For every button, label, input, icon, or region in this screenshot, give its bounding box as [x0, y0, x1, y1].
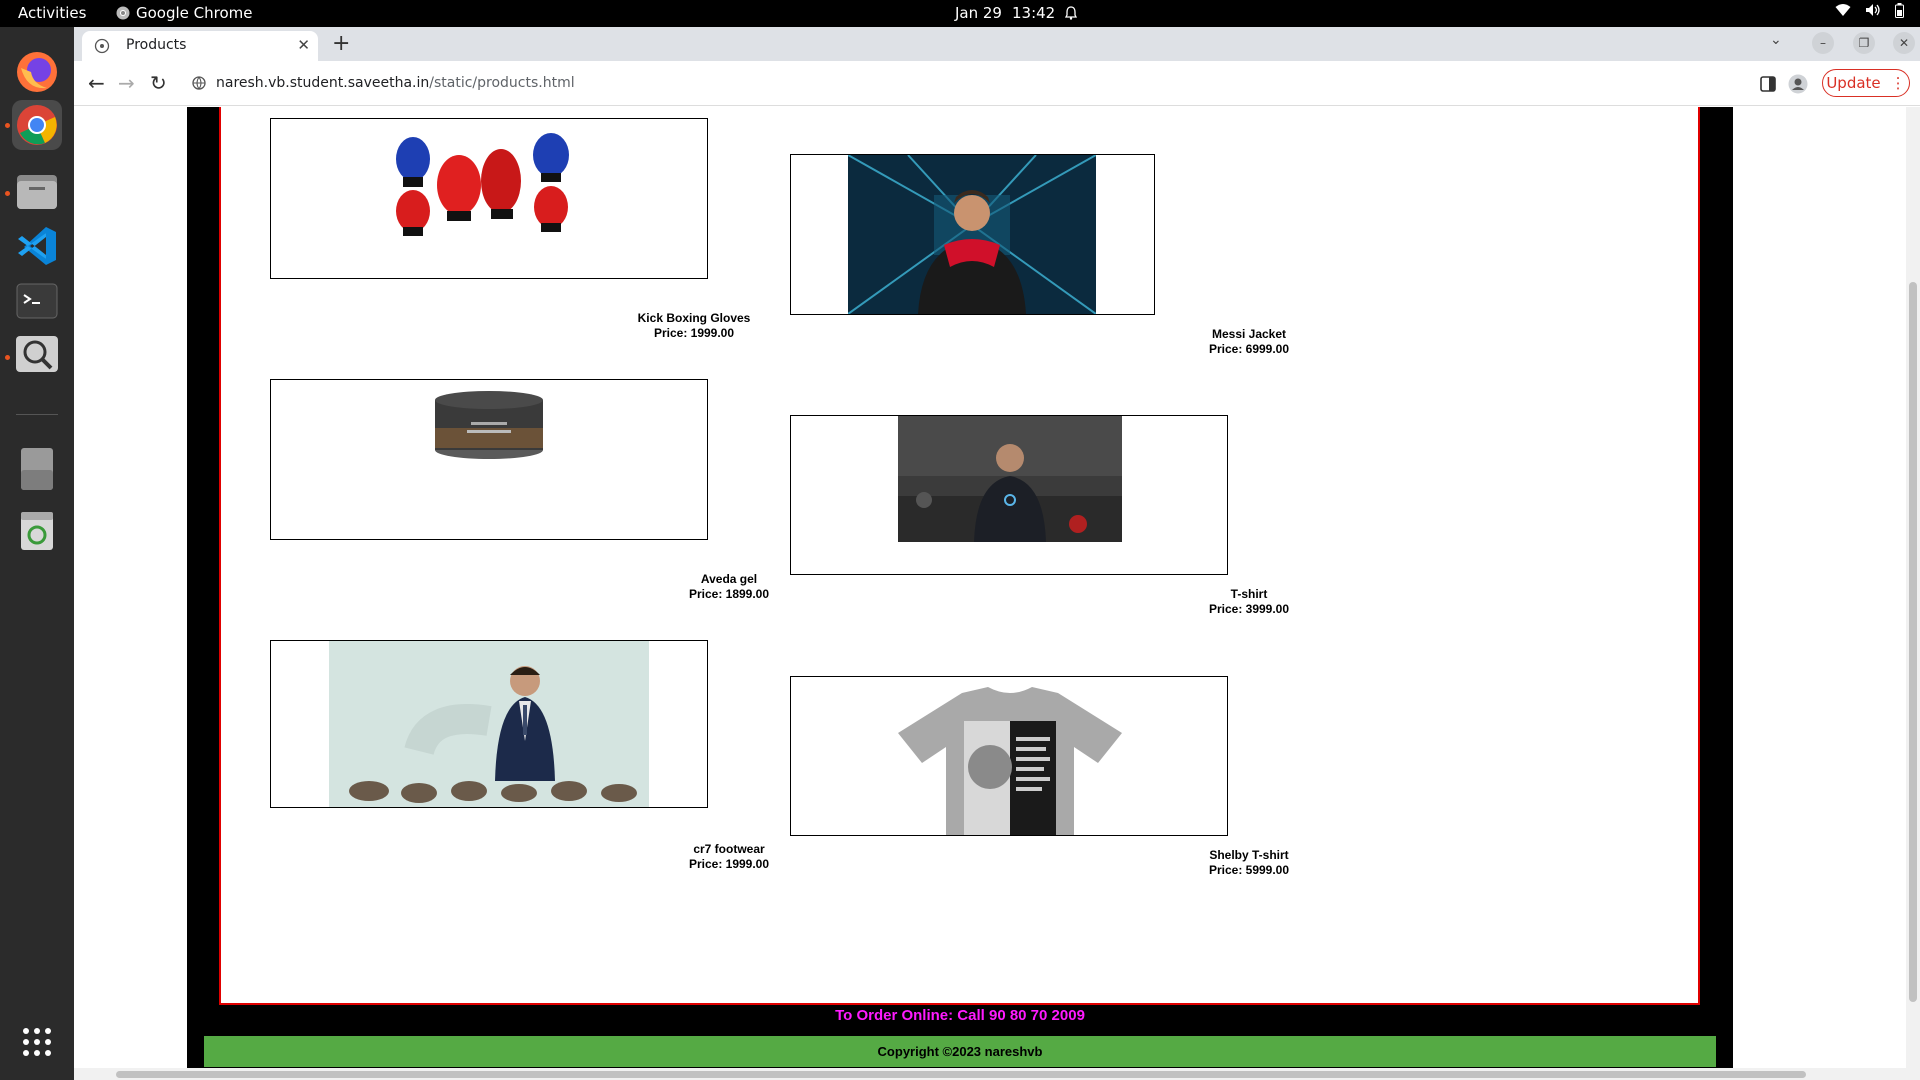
product-image-frame [270, 118, 708, 279]
chrome-icon [17, 105, 57, 145]
close-window-button[interactable]: ✕ [1893, 32, 1915, 54]
update-button[interactable]: Update ⋮ [1822, 69, 1910, 97]
messi-jacket-image [848, 155, 1096, 314]
volume-icon [1866, 4, 1880, 16]
product-image-frame [790, 676, 1228, 836]
app-grid-icon [23, 1028, 51, 1056]
side-panel-icon[interactable] [1760, 76, 1776, 92]
product-name: Messi Jacket [1211, 327, 1287, 341]
tab-strip: Products ✕ + ⌄ – ❐ ✕ [74, 27, 1920, 61]
page-viewport: Kick Boxing Gloves Price: 1999.00 Messi … [74, 107, 1920, 1080]
dock [0, 27, 74, 1080]
product-image-frame [790, 415, 1228, 575]
tshirt-image [898, 416, 1122, 542]
wifi-icon [1835, 4, 1851, 16]
product-caption: cr7 footwear Price: 1999.00 [629, 842, 829, 872]
vscode-icon [18, 227, 56, 265]
dock-files[interactable] [12, 166, 62, 216]
minimize-icon: – [1812, 32, 1834, 54]
dock-trash[interactable] [12, 505, 62, 555]
system-top-bar: Activities Google Chrome Jan 29 13:42 [0, 0, 1920, 27]
aveda-gel-image [271, 380, 707, 539]
forward-button[interactable]: → [118, 71, 135, 95]
dock-firefox[interactable] [12, 47, 62, 97]
product-name: Shelby T-shirt [1209, 848, 1289, 862]
product-price: Price: 5999.00 [1208, 863, 1290, 877]
browser-toolbar: ← → ↻ naresh.vb.student.saveetha.in/stat… [74, 61, 1920, 106]
product-name: cr7 footwear [693, 842, 765, 856]
dock-vscode[interactable] [12, 221, 62, 271]
minimize-button[interactable]: – [1812, 32, 1834, 54]
clock-date: Jan 29 [955, 4, 1002, 22]
cr7-footwear-image [329, 641, 649, 807]
system-tray[interactable] [1835, 3, 1904, 18]
dock-ssd-drive[interactable] [12, 444, 62, 494]
close-icon: ✕ [1893, 32, 1915, 54]
product-caption: Messi Jacket Price: 6999.00 [1149, 327, 1349, 357]
product-caption: T-shirt Price: 3999.00 [1149, 587, 1349, 617]
product-name: T-shirt [1230, 587, 1268, 601]
shelby-tshirt-image [898, 687, 1122, 835]
dock-app-grid[interactable] [12, 1017, 62, 1067]
magnifier-icon [16, 336, 58, 372]
product-image-frame [270, 640, 708, 808]
clock[interactable]: Jan 29 13:42 [955, 4, 1078, 22]
url-host: naresh.vb.student.saveetha.in [216, 75, 430, 91]
dock-image-viewer[interactable] [12, 329, 62, 379]
product-price: Price: 6999.00 [1208, 342, 1290, 356]
dock-terminal[interactable] [12, 276, 62, 326]
product-caption: Aveda gel Price: 1899.00 [629, 572, 829, 602]
tab-title: Products [126, 37, 187, 53]
more-menu-icon: ⋮ [1890, 74, 1906, 92]
bell-icon [1065, 6, 1078, 20]
tab-close-icon[interactable]: ✕ [297, 36, 310, 54]
url-path: /static/products.html [429, 75, 575, 91]
product-price: Price: 3999.00 [1208, 602, 1290, 616]
terminal-icon [16, 283, 58, 319]
product-name: Kick Boxing Gloves [637, 311, 751, 325]
product-image-frame [270, 379, 708, 540]
tab-products[interactable]: Products ✕ [82, 31, 318, 61]
copyright-footer: Copyright ©2023 nareshvb [204, 1036, 1716, 1067]
product-price: Price: 1999.00 [688, 857, 770, 871]
boxing-gloves-image [271, 119, 707, 278]
firefox-icon [17, 52, 57, 92]
profile-avatar[interactable] [1788, 74, 1808, 94]
clock-time: 13:42 [1011, 4, 1056, 22]
update-label: Update [1826, 74, 1881, 92]
reload-button[interactable]: ↻ [150, 71, 167, 95]
chrome-small-icon [116, 6, 130, 20]
maximize-icon: ❐ [1853, 32, 1875, 54]
horizontal-scrollbar[interactable] [74, 1068, 1920, 1080]
product-price: Price: 1999.00 [653, 326, 735, 340]
chrome-window: Products ✕ + ⌄ – ❐ ✕ ← → ↻ naresh.vb.stu… [74, 27, 1920, 1080]
battery-icon [1895, 3, 1904, 18]
back-button[interactable]: ← [88, 71, 105, 95]
horizontal-scroll-thumb[interactable] [116, 1071, 1806, 1078]
vertical-scroll-thumb[interactable] [1909, 282, 1917, 1002]
files-icon [17, 175, 57, 209]
new-tab-button[interactable]: + [332, 31, 350, 56]
trash-icon [21, 512, 53, 550]
product-image-frame [790, 154, 1155, 315]
chrome-running-dot [5, 123, 10, 128]
activities-button[interactable]: Activities [18, 4, 86, 22]
files-running-dot [5, 191, 10, 196]
product-caption: Kick Boxing Gloves Price: 1999.00 [594, 311, 794, 341]
site-info-icon [192, 76, 206, 90]
order-contact: To Order Online: Call 90 80 70 2009 [835, 1007, 1085, 1024]
tab-search-icon[interactable]: ⌄ [1770, 32, 1782, 48]
address-bar[interactable]: naresh.vb.student.saveetha.in/static/pro… [184, 68, 1824, 98]
dock-chrome[interactable] [12, 100, 62, 150]
vertical-scrollbar[interactable] [1906, 107, 1920, 1080]
product-caption: Shelby T-shirt Price: 5999.00 [1149, 848, 1349, 878]
viewer-running-dot [5, 355, 10, 360]
product-price: Price: 1899.00 [688, 587, 770, 601]
drive-icon [21, 448, 53, 490]
dock-separator [16, 414, 58, 415]
maximize-button[interactable]: ❐ [1853, 32, 1875, 54]
app-name: Google Chrome [136, 4, 253, 22]
globe-icon [94, 38, 110, 54]
app-menu[interactable]: Google Chrome [116, 4, 253, 22]
